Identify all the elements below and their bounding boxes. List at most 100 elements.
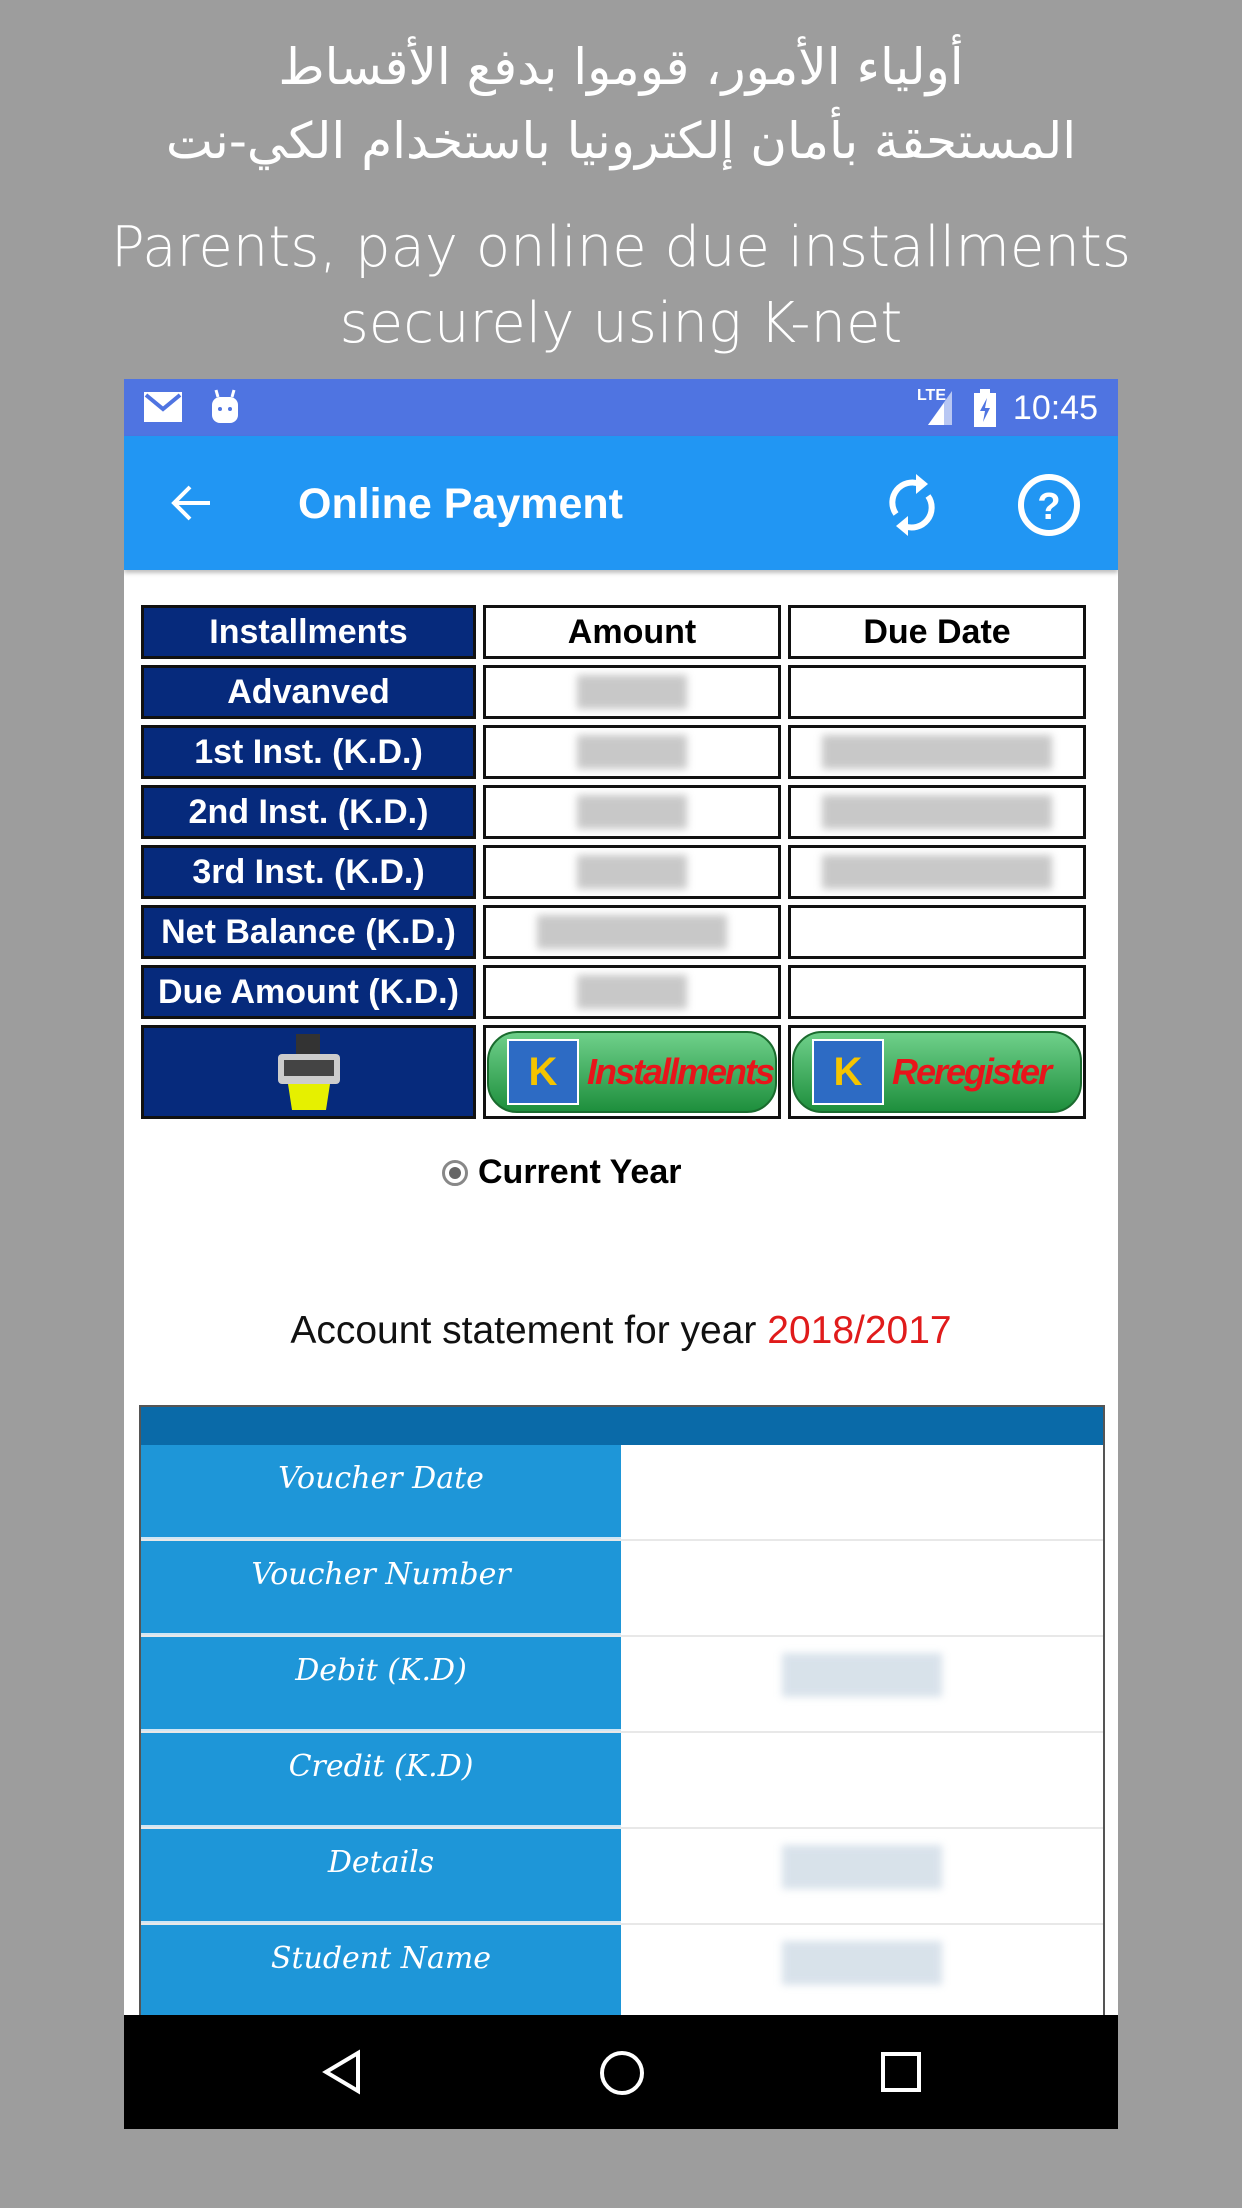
statement-label: Credit (K.D)	[141, 1733, 621, 1827]
due-date-cell	[788, 785, 1086, 839]
table-row: Net Balance (K.D.)	[141, 905, 1089, 959]
navigation-bar	[124, 2015, 1118, 2129]
svg-text:?: ?	[1037, 486, 1060, 528]
amount-cell	[483, 665, 781, 719]
due-date-cell	[788, 665, 1086, 719]
header-installments: Installments	[141, 605, 476, 659]
due-date-cell	[788, 905, 1086, 959]
redacted-value	[577, 975, 687, 1009]
table-row: 1st Inst. (K.D.)	[141, 725, 1089, 779]
redacted-value	[577, 735, 687, 769]
current-year-radio[interactable]: Current Year	[442, 1153, 681, 1192]
statement-label: Debit (K.D)	[141, 1637, 621, 1731]
signal-icon	[928, 391, 952, 425]
statement-label: Student Name	[141, 1925, 621, 2019]
table-header-row: Installments Amount Due Date	[141, 605, 1089, 659]
redacted-value	[822, 855, 1052, 889]
amount-cell	[483, 725, 781, 779]
nav-back-icon[interactable]	[320, 2049, 366, 2095]
app-bar: Online Payment ?	[124, 436, 1118, 570]
battery-charging-icon	[974, 389, 996, 427]
statement-value	[621, 1925, 1103, 2019]
due-date-cell	[788, 965, 1086, 1019]
amount-cell	[483, 965, 781, 1019]
android-icon	[212, 389, 238, 423]
installment-label: Advanved	[141, 665, 476, 719]
redacted-value	[537, 915, 727, 949]
printer-icon	[277, 1034, 340, 1110]
knet-reregister-cell: K Reregister	[788, 1025, 1086, 1119]
knet-installments-cell: K Installments	[483, 1025, 781, 1119]
installment-label: 1st Inst. (K.D.)	[141, 725, 476, 779]
print-button[interactable]	[141, 1025, 476, 1119]
installment-label: Due Amount (K.D.)	[141, 965, 476, 1019]
statement-value	[621, 1829, 1103, 1923]
installment-label: Net Balance (K.D.)	[141, 905, 476, 959]
redacted-value	[782, 1941, 942, 1985]
due-date-cell	[788, 725, 1086, 779]
statement-label: Voucher Date	[141, 1445, 621, 1539]
table-row: Due Amount (K.D.)	[141, 965, 1089, 1019]
promo-english-line1: Parents, pay online due installments	[110, 215, 1131, 280]
promo-english-line2: securely using K-net	[339, 291, 903, 356]
table-row: 2nd Inst. (K.D.)	[141, 785, 1089, 839]
phone-screen: LTE 10:45 Online Payment ? Installments …	[124, 379, 1118, 2129]
amount-cell	[483, 845, 781, 899]
nav-recents-icon[interactable]	[880, 2051, 922, 2093]
radio-selected-icon	[442, 1159, 468, 1186]
redacted-value	[577, 795, 687, 829]
statement-row: Debit (K.D)	[141, 1637, 1103, 1733]
table-row: 3rd Inst. (K.D.)	[141, 845, 1089, 899]
redacted-value	[822, 735, 1052, 769]
statement-title-text: Account statement for year	[290, 1309, 768, 1352]
statement-row: Voucher Date	[141, 1445, 1103, 1541]
redacted-value	[782, 1845, 942, 1889]
actions-row: K Installments K Reregister	[141, 1025, 1089, 1119]
redacted-value	[577, 855, 687, 889]
statement-value	[621, 1541, 1103, 1635]
promo-arabic: أولياء الأمور، قوموا بدفع الأقساط المستح…	[0, 30, 1242, 178]
redacted-value	[577, 675, 687, 709]
redacted-value	[822, 795, 1052, 829]
installment-label: 3rd Inst. (K.D.)	[141, 845, 476, 899]
statement-title: Account statement for year 2018/2017	[124, 1309, 1118, 1353]
mail-icon	[144, 392, 182, 422]
statement-row: Student Name	[141, 1925, 1103, 2021]
statement-value	[621, 1445, 1103, 1539]
knet-logo: K	[507, 1039, 579, 1105]
status-bar: LTE 10:45	[124, 379, 1118, 436]
statement-row: Voucher Number	[141, 1541, 1103, 1637]
statement-value	[621, 1637, 1103, 1731]
amount-cell	[483, 785, 781, 839]
statement-row: Details	[141, 1829, 1103, 1925]
installments-table: Installments Amount Due Date Advanved 1s…	[141, 605, 1089, 1125]
knet-installments-label: Installments	[587, 1051, 775, 1092]
statement-row: Credit (K.D)	[141, 1733, 1103, 1829]
header-due-date: Due Date	[788, 605, 1086, 659]
statement-label: Details	[141, 1829, 621, 1923]
header-amount: Amount	[483, 605, 781, 659]
back-arrow-icon[interactable]	[170, 482, 212, 524]
nav-home-icon[interactable]	[598, 2049, 646, 2097]
knet-logo: K	[812, 1039, 884, 1105]
statement-value	[621, 1733, 1103, 1827]
statement-header-band	[141, 1407, 1103, 1445]
knet-reregister-button[interactable]: K Reregister	[792, 1031, 1082, 1113]
promo-english: Parents, pay online due installments sec…	[0, 210, 1242, 362]
knet-reregister-label: Reregister	[892, 1051, 1052, 1092]
refresh-icon[interactable]	[884, 472, 940, 538]
statement-label: Voucher Number	[141, 1541, 621, 1635]
knet-installments-button[interactable]: K Installments	[487, 1031, 777, 1113]
installment-label: 2nd Inst. (K.D.)	[141, 785, 476, 839]
help-icon[interactable]: ?	[1017, 473, 1081, 537]
due-date-cell	[788, 845, 1086, 899]
promo-arabic-line1: أولياء الأمور، قوموا بدفع الأقساط	[278, 38, 964, 96]
redacted-value	[782, 1653, 942, 1697]
promo-arabic-line2: المستحقة بأمان إلكترونيا باستخدام الكي-ن…	[165, 112, 1077, 170]
current-year-label: Current Year	[478, 1153, 682, 1191]
statement-table: Voucher Date Voucher Number Debit (K.D) …	[139, 1405, 1105, 2021]
table-row: Advanved	[141, 665, 1089, 719]
amount-cell	[483, 905, 781, 959]
statement-year: 2018/2017	[767, 1309, 952, 1352]
page-title: Online Payment	[298, 480, 623, 528]
